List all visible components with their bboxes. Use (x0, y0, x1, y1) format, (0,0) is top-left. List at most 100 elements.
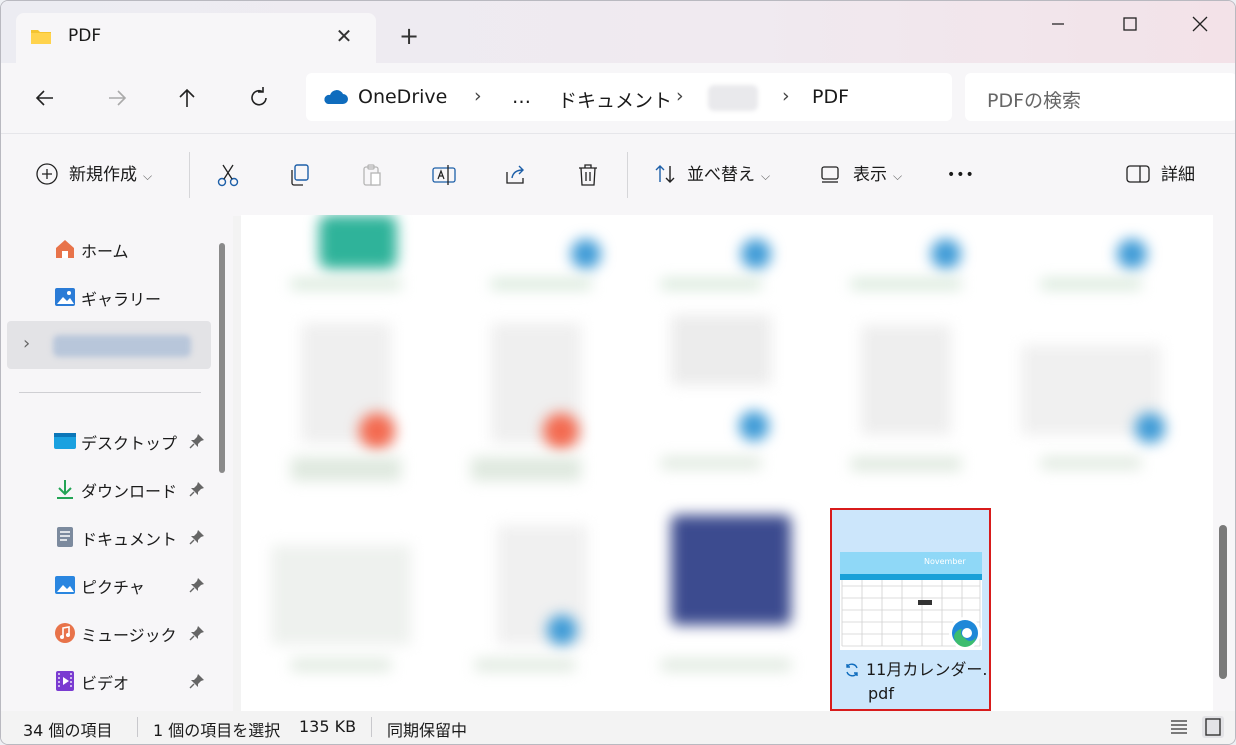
pin-icon[interactable] (189, 625, 205, 641)
close-window-button[interactable] (1177, 9, 1223, 39)
toolbar-divider (627, 152, 628, 198)
file-badge-blurred (543, 413, 579, 449)
forward-button[interactable] (99, 83, 135, 113)
large-icons-view-icon[interactable] (1201, 715, 1225, 739)
tab-close-icon[interactable]: ✕ (331, 23, 357, 49)
breadcrumb-blurred-folder[interactable] (708, 85, 758, 111)
file-label-blurred (491, 279, 591, 289)
arrow-left-icon (35, 90, 53, 106)
sync-status: 同期保留中 (387, 721, 468, 740)
more-options-button[interactable]: ••• (947, 160, 975, 190)
breadcrumb-more[interactable]: … (512, 86, 531, 108)
scrollbar-thumb[interactable] (1219, 525, 1227, 679)
sidebar-item-label: ミュージック (81, 626, 177, 645)
view-button[interactable]: 表示 ⌵ (819, 160, 902, 190)
up-button[interactable] (169, 83, 205, 113)
content-scrollbar[interactable] (1213, 215, 1235, 711)
breadcrumb[interactable]: OneDrive › … ドキュメント › › PDF (306, 73, 952, 121)
search-input[interactable]: PDFの検索 (965, 73, 1235, 121)
download-icon (57, 480, 73, 499)
view-icon (821, 166, 839, 183)
paste-icon[interactable] (359, 162, 385, 188)
toolbar-divider (189, 152, 190, 198)
music-icon (55, 623, 75, 643)
maximize-button[interactable] (1107, 9, 1153, 39)
chevron-down-icon: ⌵ (893, 169, 903, 183)
refresh-button[interactable] (241, 83, 277, 113)
title-bar: PDF ✕ + (1, 1, 1235, 63)
new-label: 新規作成 (69, 165, 137, 185)
file-item-selected[interactable]: November 11月カレンダー. pdf (830, 508, 991, 711)
delete-icon[interactable] (575, 162, 601, 188)
details-view-icon[interactable] (1169, 717, 1189, 737)
file-name-line2: pdf (868, 684, 894, 703)
sidebar-scrollbar[interactable] (219, 243, 225, 473)
status-divider (371, 717, 372, 737)
file-thumbnail-blurred[interactable] (671, 315, 771, 385)
cut-icon[interactable] (215, 162, 241, 188)
edge-icon (949, 617, 981, 649)
sidebar-item-pictures[interactable]: ピクチャ (1, 565, 211, 605)
edge-badge-blurred (1117, 239, 1147, 269)
breadcrumb-pdf[interactable]: PDF (812, 86, 849, 108)
new-tab-button[interactable]: + (396, 23, 422, 49)
search-placeholder: PDFの検索 (987, 90, 1082, 112)
selection-size: 135 KB (299, 717, 357, 736)
file-thumbnail-blurred[interactable] (319, 215, 397, 269)
sidebar-item-music[interactable]: ミュージック (1, 613, 211, 653)
sort-label: 並べ替え (687, 165, 755, 185)
edge-badge-blurred (1135, 413, 1165, 443)
minimize-button[interactable] (1035, 9, 1081, 39)
home-icon (56, 240, 74, 258)
sidebar-item-onedrive-account[interactable]: › (7, 321, 211, 369)
sidebar-item-desktop[interactable]: デスクトップ (1, 421, 211, 461)
status-divider (137, 717, 138, 737)
sidebar-item-documents[interactable]: ドキュメント (1, 517, 211, 557)
breadcrumb-documents[interactable]: ドキュメント (558, 86, 672, 113)
edge-badge-blurred (741, 239, 771, 269)
file-thumbnail-blurred[interactable] (271, 545, 411, 645)
sidebar-item-label: ダウンロード (81, 482, 178, 501)
pin-icon[interactable] (189, 673, 205, 689)
edge-badge-blurred (547, 615, 577, 645)
details-button[interactable]: 詳細 (1125, 160, 1195, 190)
breadcrumb-onedrive[interactable]: OneDrive (358, 86, 447, 108)
copy-icon[interactable] (287, 162, 313, 188)
rename-icon[interactable] (431, 162, 457, 188)
pin-icon[interactable] (189, 433, 205, 449)
back-button[interactable] (27, 83, 63, 113)
item-count: 34 個の項目 (23, 721, 113, 740)
sort-icon (655, 165, 675, 183)
folder-icon (31, 30, 51, 44)
details-label: 詳細 (1161, 165, 1195, 185)
pictures-icon (55, 576, 75, 594)
sidebar-item-label: ピクチャ (81, 578, 145, 597)
breadcrumb-separator[interactable]: › (782, 85, 790, 107)
pin-icon[interactable] (189, 529, 205, 545)
sidebar-item-downloads[interactable]: ダウンロード (1, 469, 211, 509)
edge-badge-blurred (739, 411, 769, 441)
documents-icon (57, 527, 73, 547)
breadcrumb-separator[interactable]: › (676, 85, 684, 107)
new-button[interactable]: 新規作成 ⌵ (35, 160, 152, 190)
share-icon[interactable] (503, 162, 529, 188)
file-explorer-window: PDF ✕ + OneDrive › … ドキュメント › › PDF PDFの… (0, 0, 1236, 745)
file-label-blurred (851, 279, 961, 289)
sort-button[interactable]: 並べ替え ⌵ (653, 160, 770, 190)
breadcrumb-separator[interactable]: › (474, 85, 482, 107)
gallery-icon (55, 288, 75, 306)
tab-pdf[interactable]: PDF ✕ (16, 13, 376, 63)
sidebar-item-home[interactable]: ホーム (1, 229, 211, 269)
file-thumbnail-blurred[interactable] (671, 515, 791, 625)
sidebar-item-label: デスクトップ (81, 434, 178, 453)
expand-chevron-icon[interactable]: › (23, 333, 30, 354)
address-bar-row: OneDrive › … ドキュメント › › PDF PDFの検索 (1, 63, 1235, 133)
sidebar-item-videos[interactable]: ビデオ (1, 661, 211, 701)
status-bar: 34 個の項目 1 個の項目を選択 135 KB 同期保留中 (1, 711, 1235, 744)
pin-icon[interactable] (189, 481, 205, 497)
chevron-down-icon: ⌵ (761, 169, 771, 183)
file-thumbnail-blurred[interactable] (861, 325, 951, 435)
pin-icon[interactable] (189, 577, 205, 593)
file-label-blurred (661, 659, 791, 671)
sidebar-item-gallery[interactable]: ギャラリー (1, 277, 211, 317)
